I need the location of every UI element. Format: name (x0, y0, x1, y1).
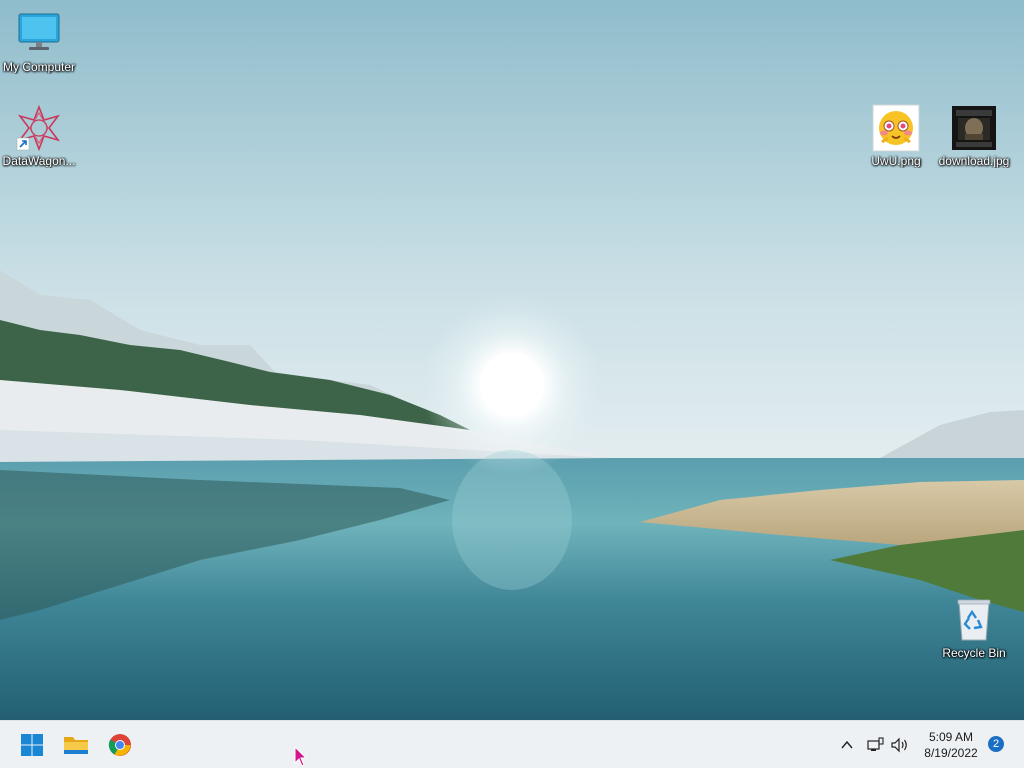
windows-start-icon (21, 734, 43, 756)
folder-icon (64, 737, 88, 754)
recycle-bin-icon (957, 599, 991, 641)
speaker-icon (891, 737, 907, 753)
mouse-cursor-icon (294, 746, 308, 767)
datawagon-shortcut-icon (16, 104, 61, 152)
taskbar: 5:09 AM 8/19/2022 (0, 720, 1024, 768)
taskbar-clock[interactable]: 5:09 AM 8/19/2022 (914, 729, 988, 761)
desktop-icon-label: Recycle Bin (942, 646, 1006, 660)
tray-overflow-button[interactable] (836, 721, 858, 769)
desktop: My Computer DataWagon... UwU.png downloa… (0, 0, 1024, 720)
desktop-icon-label: download.jpg (938, 154, 1010, 168)
chevron-up-icon (841, 740, 853, 749)
taskbar-chrome-button[interactable] (102, 727, 138, 763)
monitor-icon (18, 13, 60, 50)
photo-thumbnail-icon (952, 106, 996, 150)
desktop-icon-label: UwU.png (871, 154, 921, 168)
network-icon (867, 737, 884, 751)
tray-volume-button[interactable] (888, 721, 912, 769)
desktop-icon-download-jpg[interactable]: download.jpg (936, 104, 1012, 168)
desktop-icon-label: My Computer (2, 60, 76, 74)
chrome-icon (108, 734, 131, 756)
clock-date: 8/19/2022 (924, 746, 978, 760)
desktop-icon-datawagon[interactable]: DataWagon... (1, 104, 77, 168)
clock-time: 5:09 AM (928, 730, 974, 744)
desktop-icon-uwu-png[interactable]: UwU.png (858, 104, 934, 168)
desktop-icon-label: DataWagon... (2, 154, 76, 168)
emoji-image-icon (872, 104, 920, 152)
desktop-icon-recycle-bin[interactable]: Recycle Bin (936, 596, 1012, 660)
start-button[interactable] (14, 727, 50, 763)
tray-network-button[interactable] (864, 721, 886, 769)
notification-badge[interactable]: 2 (988, 736, 1004, 752)
taskbar-file-explorer-button[interactable] (58, 727, 94, 763)
desktop-icon-my-computer[interactable]: My Computer (1, 10, 77, 74)
